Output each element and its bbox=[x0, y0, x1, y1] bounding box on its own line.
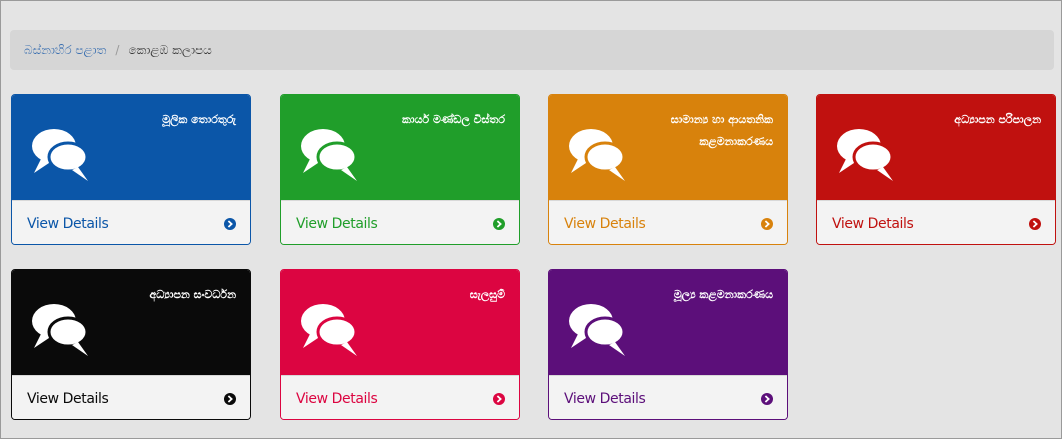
breadcrumb: බස්නාහිර පළාත / කොළඹ කලාපය bbox=[10, 30, 1054, 70]
breadcrumb-home-link[interactable]: බස්නාහිර පළාත bbox=[24, 43, 106, 58]
panel-title: මූල්‍ය කළමනාකරණය bbox=[673, 288, 773, 301]
dashboard-panel: අධ්‍යාපන පරිපාලන View Details bbox=[816, 94, 1056, 245]
view-details-label: View Details bbox=[832, 215, 914, 232]
arrow-right-glyph bbox=[764, 219, 770, 228]
comments-icon bbox=[32, 304, 89, 356]
panel-title: සැලසුම් bbox=[469, 288, 505, 301]
panel-heading: අධ්‍යාපන පරිපාලන bbox=[817, 95, 1055, 200]
comments-icon bbox=[32, 129, 89, 181]
view-details-label: View Details bbox=[27, 390, 109, 407]
dashboard-panel: කාර්ය මණ්ඩල විස්තර View Details bbox=[280, 94, 520, 245]
view-details-label: View Details bbox=[296, 390, 378, 407]
view-details-link[interactable]: View Details bbox=[549, 375, 787, 419]
panel-heading: සාමාන්‍ය හා ආයතනික කළමනාකරණය bbox=[549, 95, 787, 200]
breadcrumb-separator: / bbox=[115, 43, 120, 57]
view-details-label: View Details bbox=[296, 215, 378, 232]
view-details-link[interactable]: View Details bbox=[12, 200, 250, 244]
panel-heading: කාර්ය මණ්ඩල විස්තර bbox=[281, 95, 519, 200]
panel-heading: සැලසුම් bbox=[281, 270, 519, 375]
view-details-link[interactable]: View Details bbox=[12, 375, 250, 419]
breadcrumb-current: කොළඹ කලාපය bbox=[128, 42, 212, 57]
view-details-link[interactable]: View Details bbox=[281, 200, 519, 244]
arrow-right-glyph bbox=[1032, 219, 1038, 228]
arrow-circle-right-icon[interactable] bbox=[761, 392, 773, 405]
view-details-link[interactable]: View Details bbox=[549, 200, 787, 244]
comments-icon bbox=[837, 129, 894, 181]
arrow-right-glyph bbox=[227, 219, 233, 228]
panel-title: මූලික තොරතුරු bbox=[162, 113, 236, 126]
view-details-label: View Details bbox=[27, 215, 109, 232]
comments-icon bbox=[301, 304, 358, 356]
arrow-right-glyph bbox=[227, 394, 233, 403]
dashboard-panel: මූල්‍ය කළමනාකරණය View Details bbox=[548, 269, 788, 420]
panel-heading: අධ්‍යාපන සංවර්ධන bbox=[12, 270, 250, 375]
arrow-circle-right-icon[interactable] bbox=[493, 217, 505, 230]
view-details-label: View Details bbox=[564, 215, 646, 232]
comments-icon bbox=[569, 304, 626, 356]
comments-icon bbox=[301, 129, 358, 181]
view-details-link[interactable]: View Details bbox=[281, 375, 519, 419]
view-details-link[interactable]: View Details bbox=[817, 200, 1055, 244]
panel-title: අධ්‍යාපන පරිපාලන bbox=[954, 113, 1041, 126]
arrow-circle-right-icon[interactable] bbox=[224, 392, 236, 405]
arrow-right-glyph bbox=[496, 219, 502, 228]
panel-heading: මූල්‍ය කළමනාකරණය bbox=[549, 270, 787, 375]
arrow-circle-right-icon[interactable] bbox=[224, 217, 236, 230]
panel-heading: මූලික තොරතුරු bbox=[12, 95, 250, 200]
panel-title: සාමාන්‍ය හා ආයතනික කළමනාකරණය bbox=[670, 113, 773, 148]
dashboard-panel: සාමාන්‍ය හා ආයතනික කළමනාකරණය View Detail… bbox=[548, 94, 788, 245]
arrow-circle-right-icon[interactable] bbox=[1029, 217, 1041, 230]
arrow-circle-right-icon[interactable] bbox=[493, 392, 505, 405]
arrow-circle-right-icon[interactable] bbox=[761, 217, 773, 230]
arrow-right-glyph bbox=[496, 394, 502, 403]
view-details-label: View Details bbox=[564, 390, 646, 407]
panel-title: අධ්‍යාපන සංවර්ධන bbox=[149, 288, 236, 301]
dashboard-panel: අධ්‍යාපන සංවර්ධන View Details bbox=[11, 269, 251, 420]
panel-title: කාර්ය මණ්ඩල විස්තර bbox=[402, 113, 505, 126]
dashboard-panel: සැලසුම් View Details bbox=[280, 269, 520, 420]
dashboard-panel: මූලික තොරතුරු View Details bbox=[11, 94, 251, 245]
arrow-right-glyph bbox=[764, 394, 770, 403]
